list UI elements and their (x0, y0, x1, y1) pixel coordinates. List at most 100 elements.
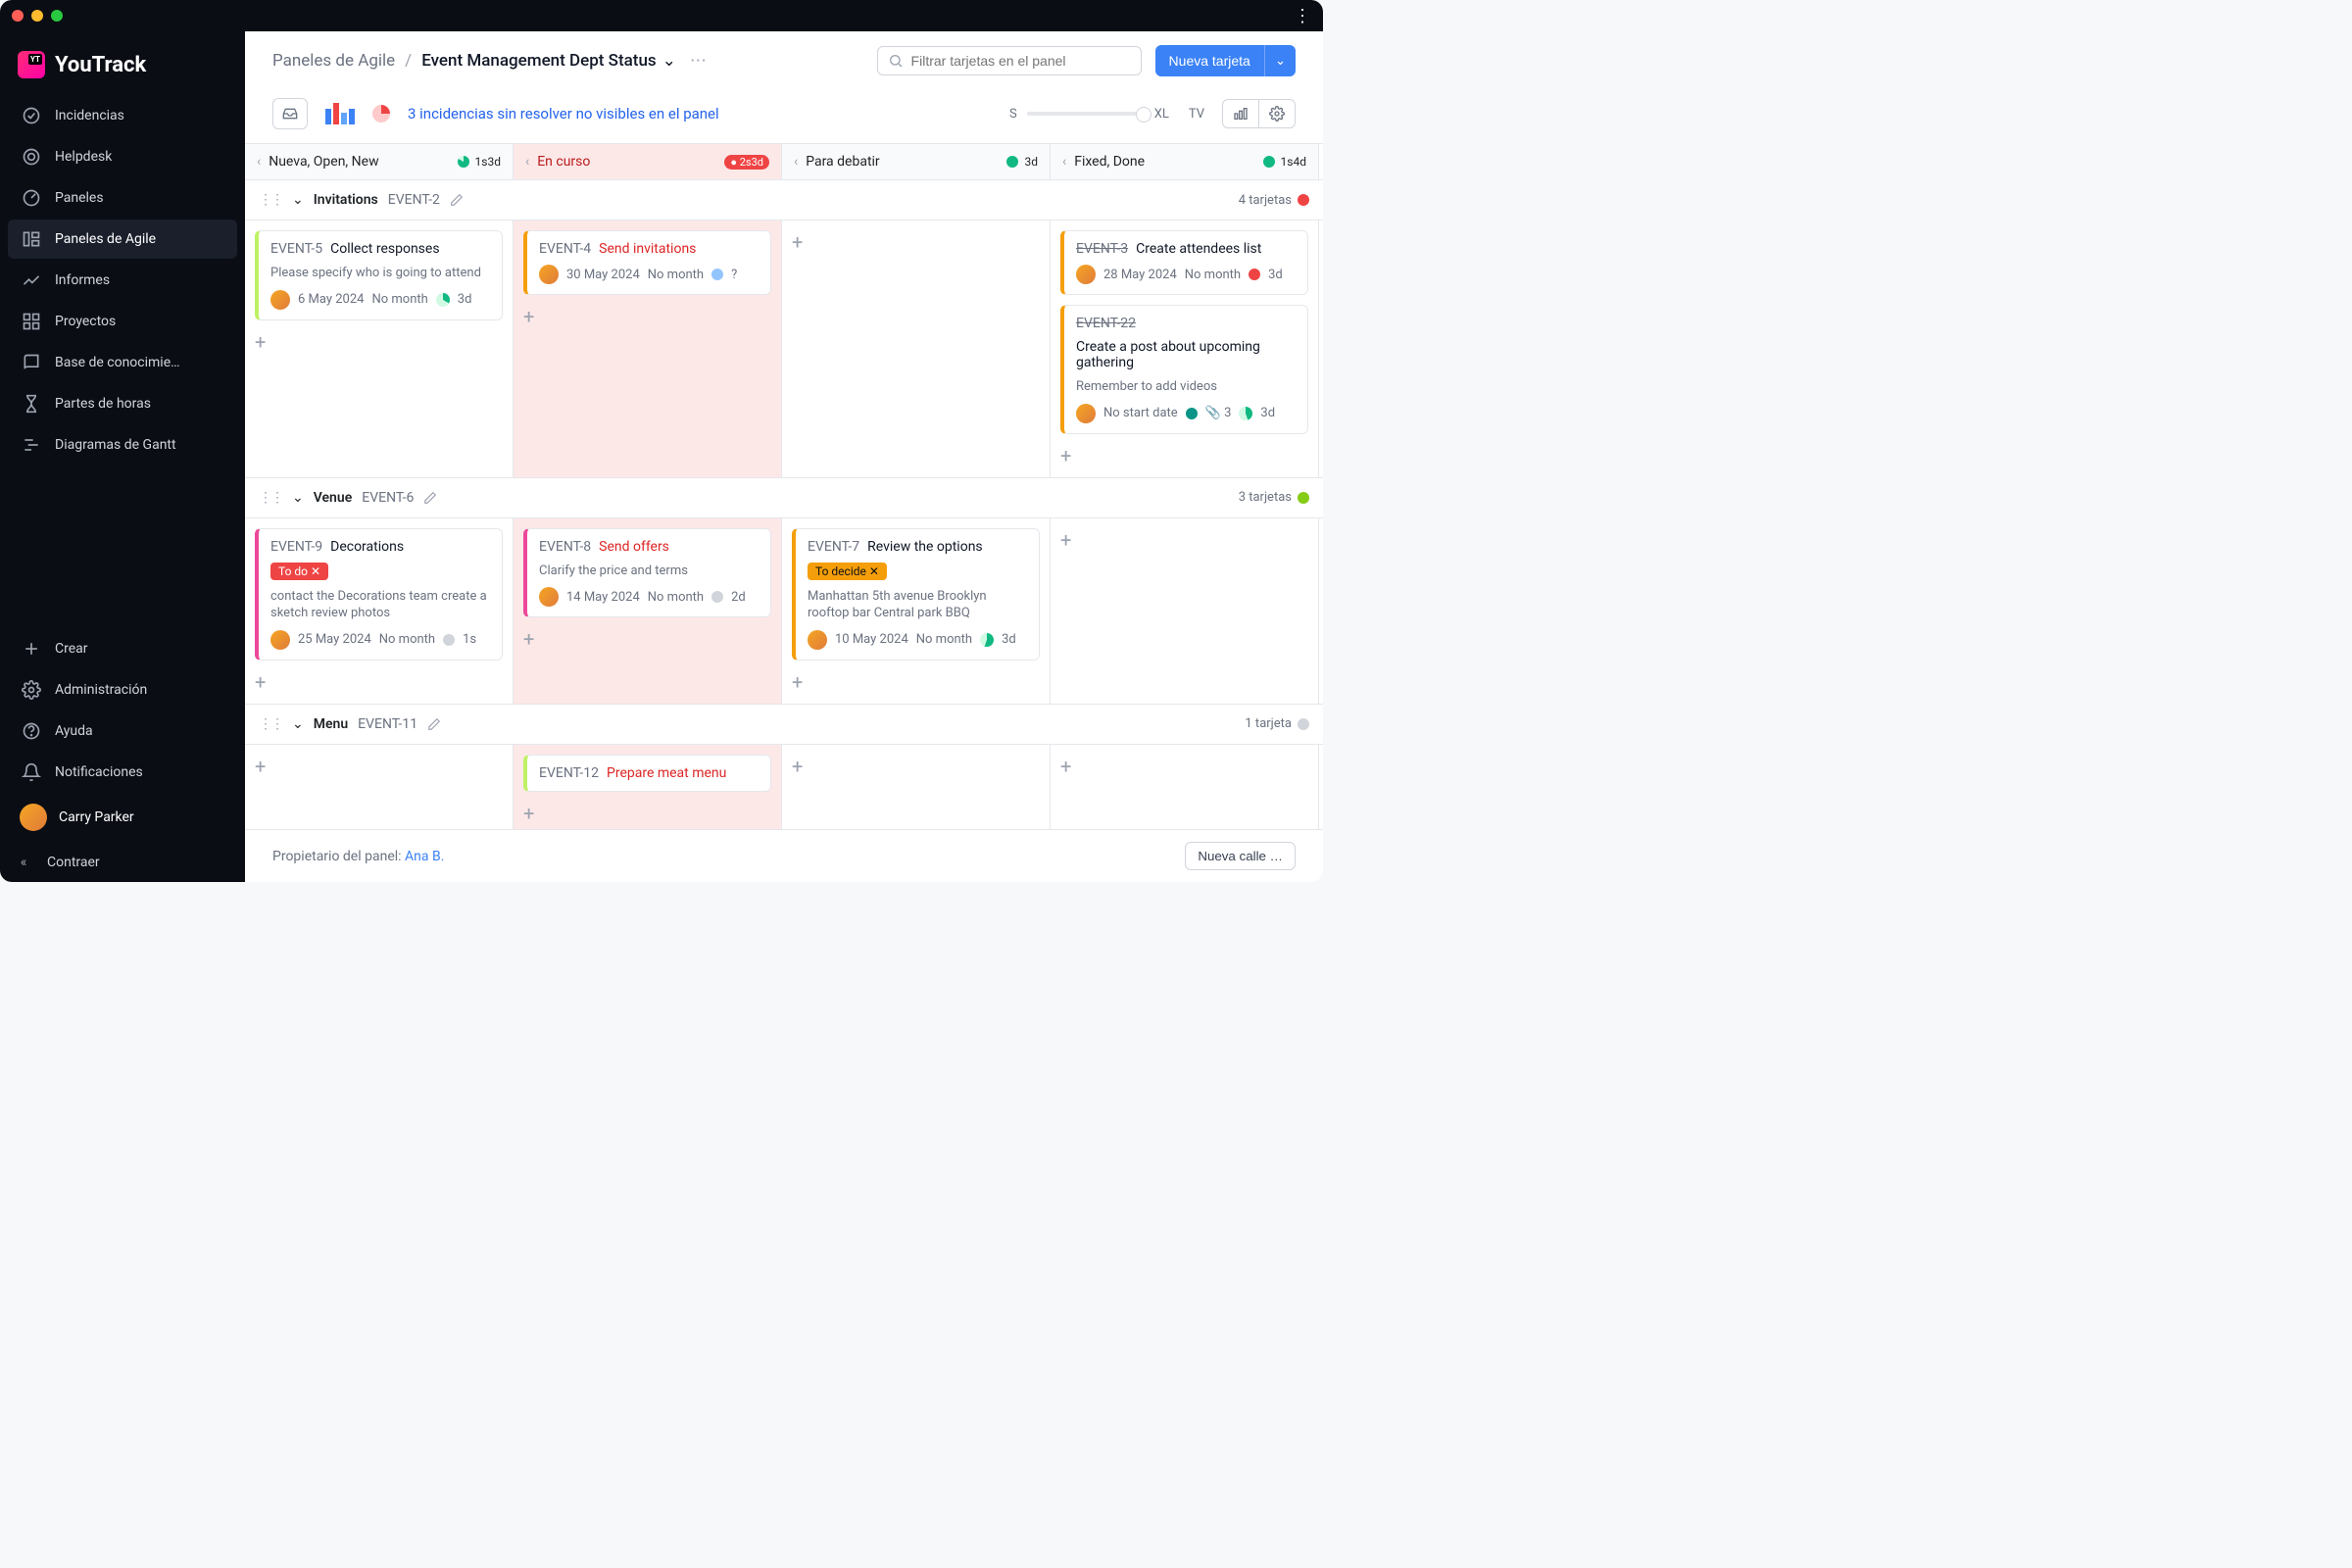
add-card-button[interactable]: + (255, 330, 278, 354)
sidebar-item-paneles[interactable]: Paneles (8, 178, 237, 218)
size-tv-label[interactable]: TV (1189, 107, 1204, 122)
drag-handle-icon[interactable]: ⋮⋮ (259, 490, 282, 506)
chart-view-button[interactable] (1223, 100, 1258, 127)
swimlane-header[interactable]: ⋮⋮⌄InvitationsEVENT-24 tarjetas (245, 180, 1323, 220)
window-menu-icon[interactable]: ⋮ (1294, 6, 1311, 26)
add-card-button[interactable]: + (1060, 444, 1084, 467)
sidebar-item-proyectos[interactable]: Proyectos (8, 302, 237, 341)
sidebar-collapse[interactable]: « Contraer (0, 843, 245, 882)
add-card-button[interactable]: + (523, 305, 547, 328)
swimlane-row: EVENT-9DecorationsTo do ✕contact the Dec… (245, 518, 1323, 705)
sidebar-item-label: Ayuda (55, 723, 93, 739)
breadcrumb-parent[interactable]: Paneles de Agile (272, 51, 395, 71)
sidebar-item-partes-de-horas[interactable]: Partes de horas (8, 384, 237, 423)
sidebar-item-notificaciones[interactable]: Notificaciones (8, 753, 237, 792)
add-card-button[interactable]: + (1060, 528, 1084, 552)
assignee-avatar (808, 630, 827, 650)
card-month: No month (1185, 268, 1241, 282)
board-cell: + (782, 745, 1051, 829)
sidebar-item-paneles-de-agile[interactable]: Paneles de Agile (8, 220, 237, 259)
breadcrumb-current[interactable]: Event Management Dept Status ⌄ (421, 51, 676, 71)
inbox-button[interactable] (272, 98, 308, 129)
card[interactable]: EVENT-9DecorationsTo do ✕contact the Dec… (255, 528, 503, 661)
more-icon[interactable]: ⋯ (690, 51, 707, 71)
card-title: Send offers (599, 539, 669, 555)
card-estimate: 1s (463, 632, 476, 647)
maximize-window-icon[interactable] (51, 10, 63, 22)
card[interactable]: EVENT-12Prepare meat menu (523, 755, 771, 792)
card-title: Create attendees list (1136, 241, 1261, 257)
close-window-icon[interactable] (12, 10, 24, 22)
edit-icon[interactable] (423, 491, 437, 505)
add-card-button[interactable]: + (255, 755, 278, 778)
bar-chart-icon[interactable] (325, 103, 355, 124)
drag-handle-icon[interactable]: ⋮⋮ (259, 192, 282, 208)
board-cell: + (782, 220, 1051, 477)
card-meta: 25 May 2024No month1s (270, 630, 490, 650)
add-card-button[interactable]: + (523, 802, 547, 825)
card-tag[interactable]: To decide ✕ (808, 563, 887, 580)
plus-icon (22, 639, 41, 659)
sidebar-item-diagramas-de-gantt[interactable]: Diagramas de Gantt (8, 425, 237, 465)
swimlane-header[interactable]: ⋮⋮⌄VenueEVENT-63 tarjetas (245, 478, 1323, 518)
search-input[interactable] (911, 53, 1131, 69)
sidebar-item-ayuda[interactable]: Ayuda (8, 711, 237, 751)
card[interactable]: EVENT-7Review the optionsTo decide ✕Manh… (792, 528, 1040, 661)
sidebar-item-incidencias[interactable]: Incidencias (8, 96, 237, 135)
sidebar-item-helpdesk[interactable]: Helpdesk (8, 137, 237, 176)
swimlane-id: EVENT-6 (362, 490, 414, 506)
sidebar-item-crear[interactable]: Crear (8, 629, 237, 668)
card-tag[interactable]: To do ✕ (270, 563, 328, 580)
card[interactable]: EVENT-8Send offersClarify the price and … (523, 528, 771, 618)
board-cell: + (1051, 745, 1319, 829)
owner-link[interactable]: Ana B. (405, 849, 444, 864)
column-header[interactable]: ‹Fixed, Done 1s4d (1051, 144, 1319, 179)
card-date: 30 May 2024 (566, 268, 640, 282)
search-icon (888, 53, 904, 69)
card-estimate: 3d (458, 292, 472, 307)
column-header[interactable]: ‹Nueva, Open, New 1s3d (245, 144, 514, 179)
sidebar: YouTrack Incidencias Helpdesk PanelesPanel… (0, 31, 245, 882)
new-card-dropdown[interactable]: ⌄ (1264, 45, 1296, 76)
card-size-slider[interactable] (1027, 112, 1145, 116)
brand[interactable]: YouTrack (0, 43, 245, 96)
column-header[interactable]: ‹En curso● 2s3d (514, 144, 782, 179)
card[interactable]: EVENT-4Send invitations30 May 2024No mon… (523, 230, 771, 295)
search-box[interactable] (877, 46, 1142, 75)
settings-button[interactable] (1258, 100, 1295, 127)
edit-icon[interactable] (450, 193, 464, 207)
add-card-button[interactable]: + (1060, 755, 1084, 778)
card[interactable]: EVENT-5Collect responsesPlease specify w… (255, 230, 503, 320)
main-content: Paneles de Agile / Event Management Dept… (245, 31, 1323, 882)
column-header[interactable]: ‹Para debatir 3d (782, 144, 1051, 179)
card[interactable]: EVENT-22Create a post about upcoming gat… (1060, 305, 1308, 434)
breadcrumb-current-label: Event Management Dept Status (421, 51, 656, 71)
card[interactable]: EVENT-3Create attendees list28 May 2024N… (1060, 230, 1308, 295)
new-card-button[interactable]: Nueva tarjeta (1155, 45, 1264, 76)
sidebar-item-label: Helpdesk (55, 149, 112, 165)
card-meta: 28 May 2024No month3d (1076, 265, 1296, 284)
card-description: Clarify the price and terms (539, 563, 759, 580)
sidebar-item-administraci-n[interactable]: Administración (8, 670, 237, 710)
new-column-button[interactable]: Nueva calle … (1185, 842, 1296, 870)
unresolved-issues-link[interactable]: 3 incidencias sin resolver no visibles e… (408, 105, 719, 122)
add-card-button[interactable]: + (792, 230, 815, 254)
size-s-label: S (1009, 107, 1017, 122)
add-card-button[interactable]: + (523, 627, 547, 651)
sidebar-item-informes[interactable]: Informes (8, 261, 237, 300)
add-card-button[interactable]: + (792, 755, 815, 778)
edit-icon[interactable] (427, 717, 441, 731)
add-card-button[interactable]: + (792, 670, 815, 694)
gantt-icon (22, 435, 41, 455)
breadcrumb-separator: / (405, 51, 412, 71)
pie-chart-icon[interactable] (372, 105, 390, 122)
swimlane-header[interactable]: ⋮⋮⌄MenuEVENT-111 tarjeta (245, 705, 1323, 745)
board: ‹Nueva, Open, New 1s3d‹En curso● 2s3d‹Pa… (245, 144, 1323, 829)
chevron-left-icon: ‹ (257, 154, 261, 170)
drag-handle-icon[interactable]: ⋮⋮ (259, 716, 282, 732)
sidebar-user[interactable]: Carry Parker (0, 792, 245, 843)
sidebar-item-base-de-conocimie-[interactable]: Base de conocimie… (8, 343, 237, 382)
chevron-left-icon: ‹ (1062, 154, 1066, 170)
add-card-button[interactable]: + (255, 670, 278, 694)
minimize-window-icon[interactable] (31, 10, 43, 22)
